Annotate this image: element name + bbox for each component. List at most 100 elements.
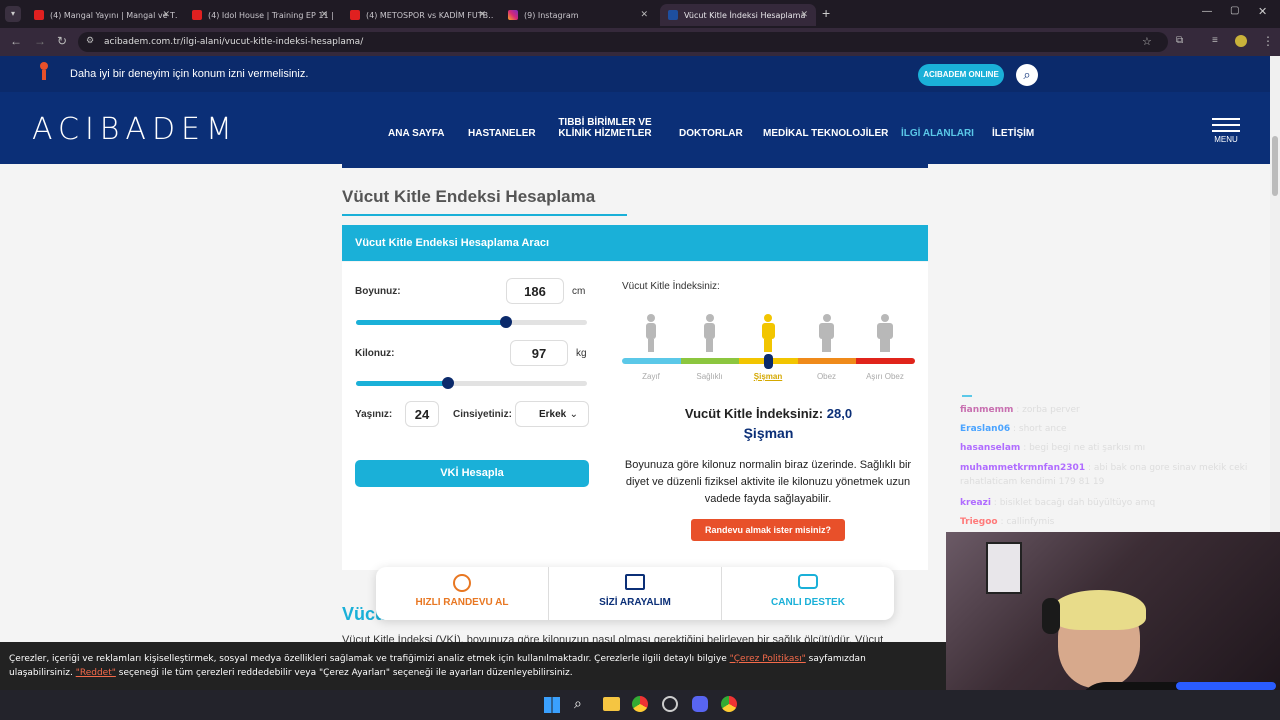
page-title: Vücut Kitle Endeksi Hesaplama [342, 187, 596, 206]
chat-text: zorba perver [1022, 405, 1080, 415]
age-input[interactable]: 24 [405, 401, 439, 427]
url-field[interactable]: acibadem.com.tr/ilgi-alani/vucut-kitle-i… [78, 32, 1168, 52]
content-top-bar [342, 164, 928, 168]
streamer-hair [1052, 590, 1146, 630]
chat-username[interactable]: Triegoo [960, 517, 998, 527]
browser-tab-5-active[interactable]: Vücut Kitle İndeksi Hesaplama ✕ [660, 4, 816, 26]
minimize-icon[interactable]: — [1202, 6, 1212, 17]
chat-text: short ance [1018, 424, 1067, 434]
chevron-down-icon: ⌄ [569, 409, 578, 420]
discord-icon[interactable] [692, 696, 708, 712]
quick-actions-bar: HIZLI RANDEVU AL SİZİ ARAYALIM CANLI DES… [376, 567, 894, 620]
browser-tab-3[interactable]: (4) METOSPOR vs KADİM FUTB… ✕ [342, 4, 494, 26]
acibadem-online-button[interactable]: ACIBADEM ONLINE [918, 64, 1004, 86]
hamburger-menu-button[interactable]: MENU [1212, 118, 1240, 144]
browser-tab-1[interactable]: (4) Mangal Yayını | Mangal ve T… ✕ [26, 4, 178, 26]
chat-username[interactable]: hasanselam [960, 443, 1020, 453]
callback-request-button[interactable]: SİZİ ARAYALIM [549, 567, 722, 620]
weight-label: Kilonuz: [355, 348, 395, 359]
chat-message: Triegoo : callinfymis [960, 517, 1055, 527]
back-icon[interactable]: ← [10, 34, 22, 48]
nav-medical-technologies[interactable]: MEDİKAL TEKNOLOJİLER [763, 128, 888, 139]
chat-divider [962, 395, 972, 397]
height-slider[interactable] [356, 316, 587, 328]
nav-contact[interactable]: İLETİŞİM [992, 128, 1034, 139]
weight-slider[interactable] [356, 377, 587, 389]
stopwatch-icon [453, 574, 471, 592]
bmi-scale-segment [622, 358, 681, 364]
chat-username[interactable]: kreazi [960, 498, 991, 508]
nav-doctors[interactable]: DOKTORLAR [679, 128, 743, 139]
youtube-icon [192, 10, 202, 20]
windows-start-icon[interactable] [544, 697, 560, 713]
close-window-icon[interactable]: ✕ [1258, 5, 1267, 18]
cookie-reject-link[interactable]: "Reddet" [76, 668, 116, 678]
gender-label: Cinsiyetiniz: [453, 409, 512, 420]
cookie-banner: Çerezler, içeriği ve reklamları kişisell… [0, 642, 946, 690]
person-figure-icon [877, 314, 893, 352]
bookmark-star-icon[interactable]: ☆ [1142, 35, 1152, 48]
close-tab-icon[interactable]: ✕ [162, 10, 170, 20]
weight-unit: kg [576, 348, 587, 359]
nav-home[interactable]: ANA SAYFA [388, 128, 445, 139]
taskbar-search-icon[interactable]: ⌕ [574, 695, 582, 712]
chat-text: callinfymis [1006, 517, 1055, 527]
cookie-policy-link[interactable]: "Çerez Politikası" [730, 654, 806, 664]
youtube-icon [34, 10, 44, 20]
tab-search-button[interactable]: ▾ [5, 6, 21, 22]
bmi-result-value: 28,0 [826, 406, 853, 421]
chat-message: muhammetkrmnfan2301 : abi bak ona gore s… [960, 463, 1248, 487]
browser-tab-2[interactable]: (4) Idol House | Training EP 11 | ✕ [184, 4, 336, 26]
forward-icon[interactable]: → [34, 34, 46, 48]
windows-taskbar: ⌕ [0, 690, 1280, 720]
height-input[interactable]: 186 [506, 278, 564, 304]
nav-interests[interactable]: İLGİ ALANLARI [901, 128, 974, 139]
file-explorer-icon[interactable] [603, 697, 620, 711]
nav-hospitals[interactable]: HASTANELER [468, 128, 536, 139]
chat-bubbles-icon [798, 574, 818, 589]
close-tab-icon[interactable]: ✕ [478, 10, 486, 20]
form-icon [625, 574, 645, 590]
location-prompt[interactable]: Daha iyi bir deneyim için konum izni ver… [70, 68, 308, 80]
browser-tab-bar: ▾ (4) Mangal Yayını | Mangal ve T… ✕ (4) … [0, 0, 1280, 28]
chat-text: bisiklet bacağı dah büyültüyo amq [999, 498, 1156, 508]
chat-username[interactable]: muhammetkrmnfan2301 [960, 463, 1085, 473]
reload-icon[interactable]: ↻ [57, 34, 67, 48]
location-strip: Daha iyi bir deneyim için konum izni ver… [0, 56, 1270, 92]
profile-avatar[interactable] [1235, 35, 1247, 47]
gender-select[interactable]: Erkek ⌄ [515, 401, 589, 427]
live-support-button[interactable]: CANLI DESTEK [722, 567, 894, 620]
bmi-category-label: Obez [816, 372, 837, 381]
chat-username[interactable]: fianmemm [960, 405, 1013, 415]
extensions-icon[interactable]: ⧉ [1176, 35, 1183, 46]
person-figure-icon [819, 314, 834, 352]
restore-icon[interactable]: ▢ [1230, 5, 1239, 16]
led-light [1176, 682, 1276, 690]
bmi-category-label: Şişman [753, 372, 783, 381]
tool-header: Vücut Kitle Endeksi Hesaplama Aracı [342, 225, 928, 261]
nav-medical-units[interactable]: TIBBİ BİRİMLER VE KLİNİK HİZMETLER [555, 117, 655, 139]
reading-list-icon[interactable]: ≡ [1212, 35, 1218, 46]
bmi-category-label: Zayıf [642, 372, 660, 381]
search-icon[interactable]: ⌕ [1016, 64, 1038, 86]
browser-menu-icon[interactable]: ⋮ [1262, 34, 1274, 48]
location-pin-icon [40, 62, 48, 80]
height-unit: cm [572, 286, 586, 297]
site-info-icon[interactable]: ⚙ [86, 35, 94, 46]
calculate-bmi-button[interactable]: VKİ Hesapla [355, 460, 589, 487]
close-tab-icon[interactable]: ✕ [640, 10, 648, 20]
chat-username[interactable]: Eraslan06 [960, 424, 1010, 434]
chrome-icon-2[interactable] [721, 696, 737, 712]
chrome-icon[interactable] [632, 696, 648, 712]
close-tab-icon[interactable]: ✕ [320, 10, 328, 20]
close-tab-icon[interactable]: ✕ [800, 10, 808, 20]
app-icon[interactable] [662, 696, 678, 712]
quick-appointment-button[interactable]: HIZLI RANDEVU AL [376, 567, 549, 620]
new-tab-icon[interactable]: + [822, 5, 830, 21]
appointment-button[interactable]: Randevu almak ister misiniz? [691, 519, 845, 541]
browser-tab-4[interactable]: (9) Instagram ✕ [500, 4, 656, 26]
weight-input[interactable]: 97 [510, 340, 568, 366]
acibadem-logo[interactable]: ACIBADEM [32, 112, 238, 147]
bmi-scale-marker [764, 354, 773, 369]
chat-message: kreazi : bisiklet bacağı dah büyültüyo a… [960, 498, 1156, 508]
